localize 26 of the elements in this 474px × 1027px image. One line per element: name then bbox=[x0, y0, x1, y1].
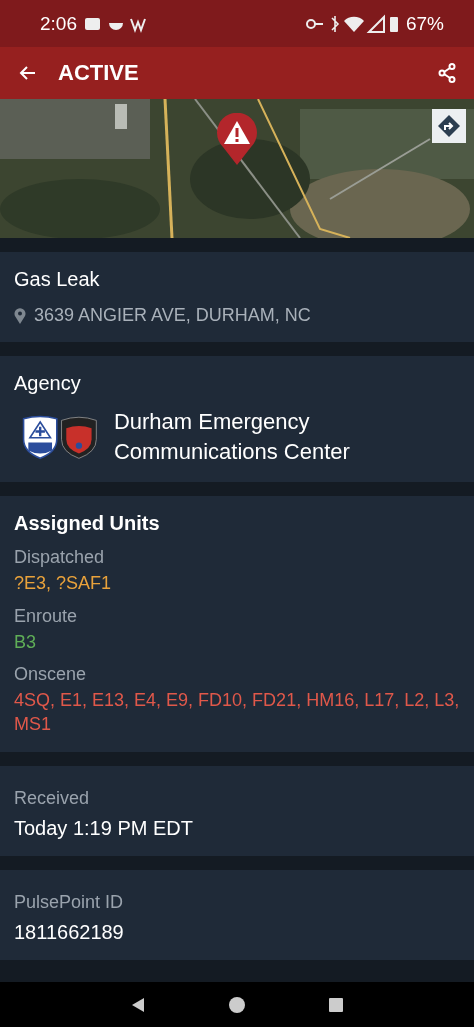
battery-percent: 67% bbox=[405, 12, 444, 35]
incident-type: Gas Leak bbox=[14, 268, 101, 291]
unit-list: 4SQ, E1, E13, E4, E9, FD10, FD21, HM16, L17, L2, L3, MS1 bbox=[14, 689, 460, 736]
recents-nav-button[interactable] bbox=[329, 997, 343, 1012]
home-nav-button[interactable] bbox=[229, 996, 245, 1013]
clock-time: 2:06 bbox=[40, 12, 77, 35]
field-label: PulsePoint ID bbox=[14, 891, 125, 913]
back-nav-button[interactable] bbox=[131, 996, 145, 1013]
agency-name: Durham Emergency Communications Center bbox=[113, 408, 351, 466]
pulsepoint-id: 1811662189 bbox=[14, 920, 125, 944]
field-label: Received bbox=[14, 787, 91, 809]
section-heading: Assigned Units bbox=[14, 512, 161, 536]
unit-list: B3 bbox=[14, 630, 460, 655]
directions-button[interactable] bbox=[432, 109, 466, 143]
unit-status-label: Enroute bbox=[14, 605, 79, 627]
received-time: Today 1:19 PM EDT bbox=[14, 816, 194, 840]
section-heading: Agency bbox=[14, 372, 82, 395]
share-button[interactable] bbox=[438, 63, 456, 83]
location-pin-icon bbox=[14, 307, 26, 324]
incident-address: 3639 ANGIER AVE, DURHAM, NC bbox=[34, 305, 311, 326]
back-button[interactable] bbox=[18, 65, 36, 81]
warning-pin-icon[interactable] bbox=[216, 113, 258, 165]
unit-status-label: Onscene bbox=[14, 664, 88, 686]
screen-title: ACTIVE bbox=[58, 60, 140, 86]
unit-list: ?E3, ?SAF1 bbox=[14, 572, 460, 596]
unit-status-label: Dispatched bbox=[14, 547, 106, 569]
